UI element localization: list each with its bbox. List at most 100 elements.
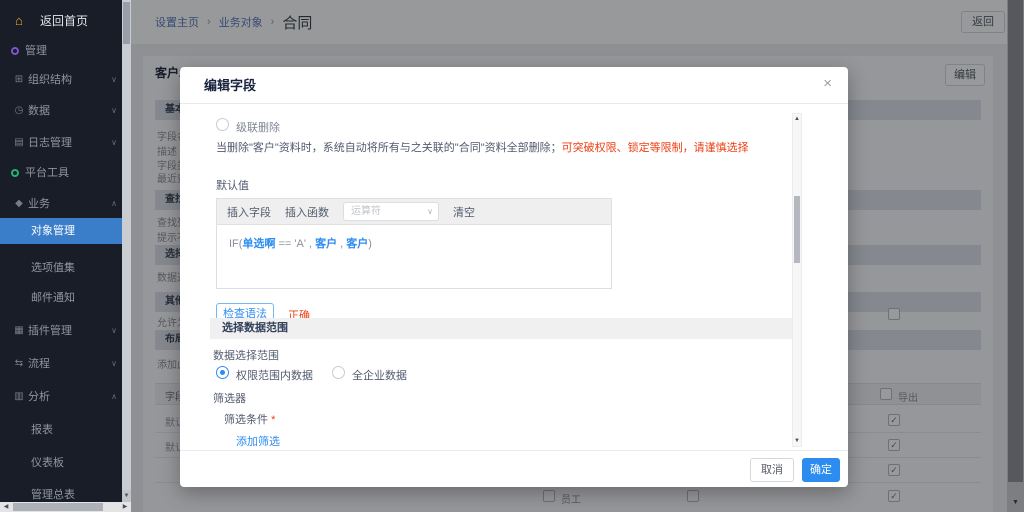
- modal-header: 编辑字段 ×: [180, 67, 848, 104]
- sidebar: ⌂ 返回首页 管理 ⊞ 组织结构 ∨ ◷ 数据 ∨ ▤ 日志管理 ∨ 平台工具 …: [0, 0, 122, 502]
- sidebar-item-report[interactable]: 报表: [0, 419, 122, 441]
- cascade-delete-radio[interactable]: [216, 118, 229, 131]
- modal-title: 编辑字段: [204, 67, 256, 104]
- filter-condition-label: 筛选条件 *: [224, 411, 275, 427]
- chevron-down-icon: ∨: [111, 69, 117, 91]
- sidebar-vertical-scrollbar[interactable]: ▼: [122, 0, 131, 502]
- close-icon[interactable]: ×: [823, 75, 832, 92]
- clear-button[interactable]: 清空: [453, 204, 475, 220]
- cascade-warning-text: 当删除"客户"资料时，系统自动将所有与之关联的"合同"资料全部删除；可突破权限、…: [216, 139, 749, 155]
- org-structure-icon: ⊞: [13, 69, 25, 91]
- sidebar-item-home[interactable]: ⌂ 返回首页: [0, 8, 122, 34]
- default-value-label: 默认值: [216, 177, 249, 193]
- add-filter-link[interactable]: 添加筛选: [236, 433, 280, 449]
- formula-comma: ,: [337, 238, 346, 250]
- cascade-delete-label: 级联删除: [236, 119, 280, 135]
- modal-footer-divider: [180, 450, 848, 451]
- operator-select[interactable]: 运算符 ∨: [343, 202, 439, 221]
- formula-field: 客户: [346, 238, 368, 250]
- sidebar-item-label: 插件管理: [28, 320, 72, 342]
- cancel-button[interactable]: 取消: [750, 458, 794, 482]
- chevron-down-icon: ∨: [111, 353, 117, 375]
- admin-ring-icon: [11, 47, 19, 55]
- sidebar-item-label: 邮件通知: [31, 287, 75, 309]
- sidebar-item-label: 报表: [31, 419, 53, 441]
- formula-editor[interactable]: IF(单选啊 == 'A' , 客户 , 客户): [216, 225, 612, 289]
- sidebar-item-label: 选项值集: [31, 257, 75, 279]
- platform-tools-ring-icon: [11, 169, 19, 177]
- chevron-down-icon: ∨: [111, 320, 117, 342]
- page: ⌂ 返回首页 管理 ⊞ 组织结构 ∨ ◷ 数据 ∨ ▤ 日志管理 ∨ 平台工具 …: [0, 0, 1024, 512]
- insert-function-button[interactable]: 插入函数: [285, 204, 329, 220]
- log-icon: ▤: [13, 132, 25, 154]
- sidebar-item-label: 流程: [28, 353, 50, 375]
- sidebar-item-org-structure[interactable]: ⊞ 组织结构 ∨: [0, 69, 122, 91]
- scroll-down-icon[interactable]: ▼: [122, 490, 131, 502]
- modal-scrollbar[interactable]: ▲ ▼: [792, 113, 802, 447]
- filter-condition-text: 筛选条件: [224, 414, 268, 426]
- sidebar-item-object-management[interactable]: 对象管理: [0, 218, 122, 244]
- sidebar-item-data[interactable]: ◷ 数据 ∨: [0, 100, 122, 122]
- sidebar-item-admin[interactable]: 管理: [0, 40, 122, 62]
- plugin-icon: ▦: [13, 320, 25, 342]
- confirm-button[interactable]: 确定: [802, 458, 840, 482]
- sidebar-item-analysis[interactable]: ▥ 分析 ∧: [0, 386, 122, 408]
- section-header-data-scope: 选择数据范围: [210, 318, 792, 339]
- warning-red: 可突破权限、锁定等限制，请谨慎选择: [562, 142, 749, 154]
- scroll-down-icon[interactable]: ▼: [793, 438, 801, 444]
- chevron-down-icon: ∨: [111, 100, 117, 122]
- scroll-left-icon[interactable]: ◀: [0, 502, 12, 512]
- sidebar-item-label: 平台工具: [25, 162, 69, 184]
- sidebar-item-label: 业务: [28, 193, 50, 215]
- sidebar-item-workflow[interactable]: ⇆ 流程 ∨: [0, 353, 122, 375]
- required-asterisk: *: [271, 414, 275, 426]
- formula-toolbar: 插入字段 插入函数 运算符 ∨ 清空: [216, 198, 612, 225]
- sidebar-item-label: 日志管理: [28, 132, 72, 154]
- sidebar-item-label: 分析: [28, 386, 50, 408]
- scroll-up-icon[interactable]: ▲: [793, 116, 801, 122]
- workflow-icon: ⇆: [13, 353, 25, 375]
- sidebar-item-dashboard[interactable]: 仪表板: [0, 452, 122, 474]
- sidebar-item-label: 对象管理: [31, 218, 75, 244]
- operator-placeholder: 运算符: [351, 206, 381, 217]
- sidebar-item-platform-tools[interactable]: 平台工具: [0, 162, 122, 184]
- chevron-down-icon: ∨: [111, 132, 117, 154]
- formula-field: 单选啊: [242, 238, 275, 250]
- scope-enterprise-radio[interactable]: [332, 366, 345, 379]
- warning-normal: 当删除"客户"资料时，系统自动将所有与之关联的"合同"资料全部删除；: [216, 142, 562, 154]
- business-icon: ◆: [13, 193, 25, 215]
- sidebar-item-mail-notification[interactable]: 邮件通知: [0, 287, 122, 309]
- sidebar-item-label: 组织结构: [28, 69, 72, 91]
- data-icon: ◷: [13, 100, 25, 122]
- sidebar-hscroll-thumb[interactable]: [13, 503, 103, 511]
- sidebar-horizontal-scrollbar[interactable]: ◀ ▶: [0, 502, 131, 512]
- chevron-up-icon: ∧: [111, 193, 117, 215]
- sidebar-item-business[interactable]: ◆ 业务 ∧: [0, 193, 122, 215]
- chevron-down-icon: ∨: [427, 203, 433, 220]
- scope-permission-radio[interactable]: [216, 366, 229, 379]
- home-icon: ⌂: [15, 8, 23, 34]
- formula-fn: IF(: [229, 238, 242, 250]
- scroll-right-icon[interactable]: ▶: [119, 502, 131, 512]
- formula-field: 客户: [315, 238, 337, 250]
- sidebar-item-label: 仪表板: [31, 452, 64, 474]
- formula-op: == 'A' ,: [275, 238, 315, 250]
- modal-scroll-thumb[interactable]: [794, 196, 800, 263]
- sidebar-vscroll-thumb[interactable]: [123, 2, 130, 44]
- home-label: 返回首页: [40, 8, 88, 34]
- scope-label: 数据选择范围: [213, 347, 279, 363]
- main-content: 设置主页 › 业务对象 › 合同 返回 客户2 编辑 基本信 字段名 描述 字段…: [131, 0, 1024, 512]
- formula-close: ): [368, 238, 372, 250]
- sidebar-item-log-management[interactable]: ▤ 日志管理 ∨: [0, 132, 122, 154]
- sidebar-item-label: 管理: [25, 40, 47, 62]
- chevron-up-icon: ∧: [111, 386, 117, 408]
- insert-field-button[interactable]: 插入字段: [227, 204, 271, 220]
- sidebar-item-plugin-management[interactable]: ▦ 插件管理 ∨: [0, 320, 122, 342]
- sidebar-item-label: 数据: [28, 100, 50, 122]
- analysis-icon: ▥: [13, 386, 25, 408]
- filter-label: 筛选器: [213, 390, 246, 406]
- sidebar-item-option-value-set[interactable]: 选项值集: [0, 257, 122, 279]
- scope-permission-label: 权限范围内数据: [236, 367, 313, 383]
- scope-enterprise-label: 全企业数据: [352, 367, 407, 383]
- edit-field-modal: 编辑字段 × 级联删除 当删除"客户"资料时，系统自动将所有与之关联的"合同"资…: [180, 67, 848, 487]
